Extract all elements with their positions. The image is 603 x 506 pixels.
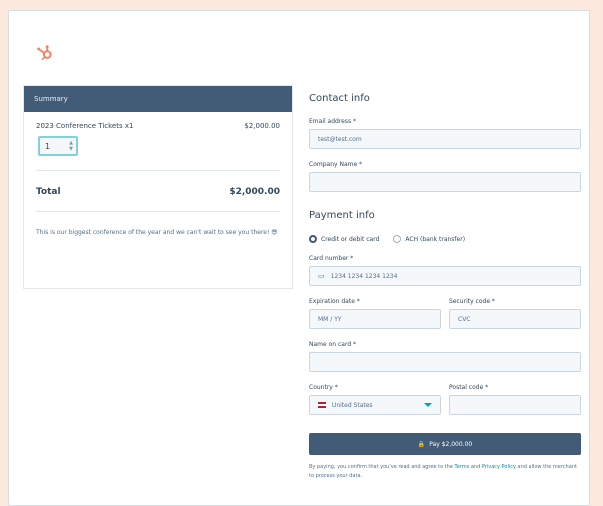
card-number-placeholder: 1234 1234 1234 1234 <box>330 272 398 280</box>
terms-prefix: By paying, you confirm that you've read … <box>309 464 453 470</box>
lock-icon: 🔒 <box>417 440 426 448</box>
name-on-card-label: Name on card * <box>309 341 357 348</box>
checkout-page: Summary 2023 Conference Tickets x1 $2,00… <box>0 0 603 506</box>
hubspot-logo-icon <box>33 41 57 65</box>
checkout-card: Summary 2023 Conference Tickets x1 $2,00… <box>8 10 590 506</box>
email-field[interactable]: test@test.com <box>309 129 581 149</box>
company-field[interactable] <box>309 172 581 192</box>
pay-button-label: Pay $2,000.00 <box>429 440 473 448</box>
line-item-price: $2,000.00 <box>244 122 280 130</box>
expiry-field[interactable]: MM / YY <box>309 309 441 329</box>
card-number-label: Card number * <box>309 255 354 262</box>
total-value: $2,000.00 <box>229 187 280 197</box>
expiry-cvc-row: Expiration date * MM / YY Security code … <box>309 298 581 341</box>
card-radio[interactable]: Credit or debit card <box>309 235 379 243</box>
name-on-card-field[interactable] <box>309 352 581 372</box>
card-number-field[interactable]: ▭ 1234 1234 1234 1234 <box>309 266 581 286</box>
country-postal-row: Country * United States Postal code * <box>309 384 581 427</box>
postal-field[interactable] <box>449 395 581 415</box>
terms-text: By paying, you confirm that you've read … <box>309 464 577 479</box>
payment-method-group: Credit or debit card ACH (bank transfer) <box>309 235 581 243</box>
payment-title: Payment info <box>309 210 375 221</box>
ach-radio[interactable]: ACH (bank transfer) <box>393 235 465 243</box>
summary-note: This is our biggest conference of the ye… <box>36 229 278 236</box>
country-select[interactable]: United States <box>309 395 441 415</box>
contact-title: Contact info <box>309 93 370 104</box>
ach-radio-label: ACH (bank transfer) <box>405 235 466 243</box>
terms-link[interactable]: Terms <box>455 464 470 470</box>
expiry-label: Expiration date * <box>309 298 360 305</box>
checkout-form: Contact info Email address * test@test.c… <box>309 93 581 481</box>
radio-unchecked-icon[interactable] <box>393 235 402 243</box>
country-label: Country * <box>309 384 338 391</box>
pay-button[interactable]: 🔒 Pay $2,000.00 <box>309 433 581 455</box>
radio-checked-icon[interactable] <box>309 235 317 243</box>
total-label: Total <box>36 187 61 197</box>
line-item-name: 2023 Conference Tickets x1 <box>36 122 134 130</box>
country-value: United States <box>331 401 373 409</box>
email-label: Email address * <box>309 118 357 125</box>
card-radio-label: Credit or debit card <box>321 235 380 243</box>
company-label: Company Name * <box>309 161 363 168</box>
quantity-stepper[interactable]: 1 ▲ ▼ <box>38 136 78 156</box>
line-item-row: 2023 Conference Tickets x1 $2,000.00 <box>24 112 292 130</box>
privacy-link[interactable]: Privacy Policy <box>482 464 516 470</box>
cvc-label: Security code * <box>449 298 495 305</box>
total-row: Total $2,000.00 <box>24 171 292 197</box>
card-icon: ▭ <box>318 272 325 280</box>
cvc-field[interactable]: CVC <box>449 309 581 329</box>
summary-header: Summary <box>24 86 292 112</box>
order-summary: Summary 2023 Conference Tickets x1 $2,00… <box>23 85 293 289</box>
stepper-arrows-icon[interactable]: ▲ ▼ <box>69 140 73 152</box>
us-flag-icon <box>318 402 326 408</box>
chevron-down-icon <box>424 403 432 407</box>
quantity-value: 1 <box>45 141 51 151</box>
postal-label: Postal code * <box>449 384 489 391</box>
